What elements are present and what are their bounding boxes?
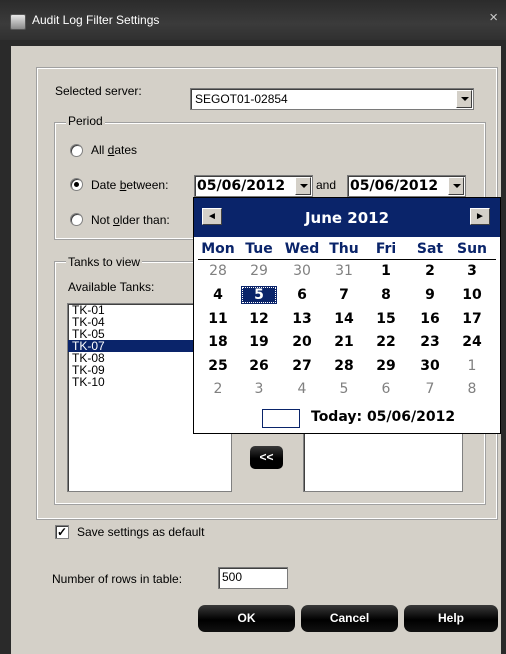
ok-button[interactable]: OK xyxy=(198,605,295,632)
calendar-day[interactable]: 4 xyxy=(200,286,236,304)
calendar-month-title[interactable]: June 2012 xyxy=(194,209,500,227)
calendar-day[interactable]: 5 xyxy=(241,286,277,304)
server-dropdown[interactable]: SEGOT01-02854 xyxy=(190,88,474,110)
calendar-day[interactable]: 1 xyxy=(368,262,404,280)
save-default-checkbox[interactable]: ✓ xyxy=(55,525,69,539)
all-dates-label: All dates xyxy=(91,143,138,157)
date-between-label: Date between: xyxy=(91,178,169,192)
calendar-day[interactable]: 9 xyxy=(412,286,448,304)
calendar-day[interactable]: 29 xyxy=(368,357,404,375)
calendar-day[interactable]: 6 xyxy=(284,286,320,304)
calendar-day[interactable]: 21 xyxy=(326,333,362,351)
calendar-today-link[interactable]: Today: 05/06/2012 xyxy=(311,409,455,425)
calendar-weekday: Thu xyxy=(329,241,359,257)
to-date-picker[interactable]: 05/06/2012 xyxy=(347,175,466,197)
calendar-day[interactable]: 13 xyxy=(284,310,320,328)
calendar-day[interactable]: 20 xyxy=(284,333,320,351)
calendar-day[interactable]: 12 xyxy=(241,310,277,328)
chevron-down-icon[interactable] xyxy=(448,177,464,195)
app-icon xyxy=(10,14,26,30)
date-between-radio[interactable] xyxy=(70,178,83,191)
help-button[interactable]: Help xyxy=(404,605,498,632)
calendar-day[interactable]: 27 xyxy=(284,357,320,375)
calendar-day[interactable]: 29 xyxy=(241,262,277,280)
calendar-day[interactable]: 1 xyxy=(454,357,490,375)
rows-in-table-input[interactable]: 500 xyxy=(218,567,288,589)
calendar-day[interactable]: 14 xyxy=(326,310,362,328)
calendar-day[interactable]: 8 xyxy=(454,380,490,398)
calendar-day[interactable]: 3 xyxy=(241,380,277,398)
calendar-weekday: Mon xyxy=(201,241,235,257)
rows-in-table-label: Number of rows in table: xyxy=(52,572,183,586)
calendar-weekday: Fri xyxy=(375,241,397,257)
calendar-day[interactable]: 31 xyxy=(326,262,362,280)
calendar-day[interactable]: 11 xyxy=(200,310,236,328)
calendar-day[interactable]: 10 xyxy=(454,286,490,304)
move-all-left-button[interactable]: << xyxy=(250,446,283,469)
calendar-day[interactable]: 15 xyxy=(368,310,404,328)
calendar-weekday: Wed xyxy=(284,241,320,257)
today-marker xyxy=(262,409,300,428)
calendar-day[interactable]: 8 xyxy=(368,286,404,304)
calendar-day[interactable]: 24 xyxy=(454,333,490,351)
calendar-day[interactable]: 6 xyxy=(368,380,404,398)
chevron-down-icon[interactable] xyxy=(295,177,311,195)
calendar-day[interactable]: 22 xyxy=(368,333,404,351)
window-title: Audit Log Filter Settings xyxy=(32,13,160,27)
not-older-than-radio[interactable] xyxy=(70,213,83,226)
calendar-day[interactable]: 30 xyxy=(284,262,320,280)
save-default-label: Save settings as default xyxy=(77,525,205,539)
to-date-value: 05/06/2012 xyxy=(350,178,439,194)
calendar-day[interactable]: 18 xyxy=(200,333,236,351)
calendar-day[interactable]: 2 xyxy=(412,262,448,280)
chevron-down-icon[interactable] xyxy=(456,90,472,108)
calendar-day[interactable]: 4 xyxy=(284,380,320,398)
not-older-than-label: Not older than: xyxy=(91,213,170,227)
calendar-day[interactable]: 5 xyxy=(326,380,362,398)
calendar-day[interactable]: 25 xyxy=(200,357,236,375)
all-dates-radio[interactable] xyxy=(70,144,83,157)
calendar-day[interactable]: 17 xyxy=(454,310,490,328)
calendar-weekday: Tue xyxy=(245,241,273,257)
available-tanks-label: Available Tanks: xyxy=(68,280,155,294)
calendar-day[interactable]: 28 xyxy=(326,357,362,375)
calendar-day[interactable]: 7 xyxy=(412,380,448,398)
calendar-day[interactable]: 2 xyxy=(200,380,236,398)
calendar-header: ◄ June 2012 ► xyxy=(194,198,500,237)
calendar-day[interactable]: 19 xyxy=(241,333,277,351)
calendar-weekday: Sun xyxy=(456,241,488,257)
period-label: Period xyxy=(66,114,105,128)
next-month-icon[interactable]: ► xyxy=(470,208,490,225)
selected-server-label: Selected server: xyxy=(55,84,142,98)
calendar-day[interactable]: 7 xyxy=(326,286,362,304)
calendar-divider xyxy=(198,259,496,260)
title-bar: Audit Log Filter Settings × xyxy=(0,0,506,40)
calendar-day[interactable]: 3 xyxy=(454,262,490,280)
from-date-picker[interactable]: 05/06/2012 xyxy=(194,175,313,197)
calendar-day[interactable]: 30 xyxy=(412,357,448,375)
tanks-to-view-label: Tanks to view xyxy=(66,255,143,269)
calendar-weekday: Sat xyxy=(416,241,444,257)
cancel-button[interactable]: Cancel xyxy=(301,605,398,632)
server-value: SEGOT01-02854 xyxy=(195,92,288,106)
and-label: and xyxy=(316,178,337,192)
calendar-day[interactable]: 23 xyxy=(412,333,448,351)
calendar-day[interactable]: 26 xyxy=(241,357,277,375)
calendar-day[interactable]: 28 xyxy=(200,262,236,280)
from-date-value: 05/06/2012 xyxy=(197,178,286,194)
calendar-day[interactable]: 16 xyxy=(412,310,448,328)
close-icon[interactable]: × xyxy=(489,9,498,26)
calendar-popup: ◄ June 2012 ► Today: 05/06/2012 Mon Tue We… xyxy=(193,197,501,434)
